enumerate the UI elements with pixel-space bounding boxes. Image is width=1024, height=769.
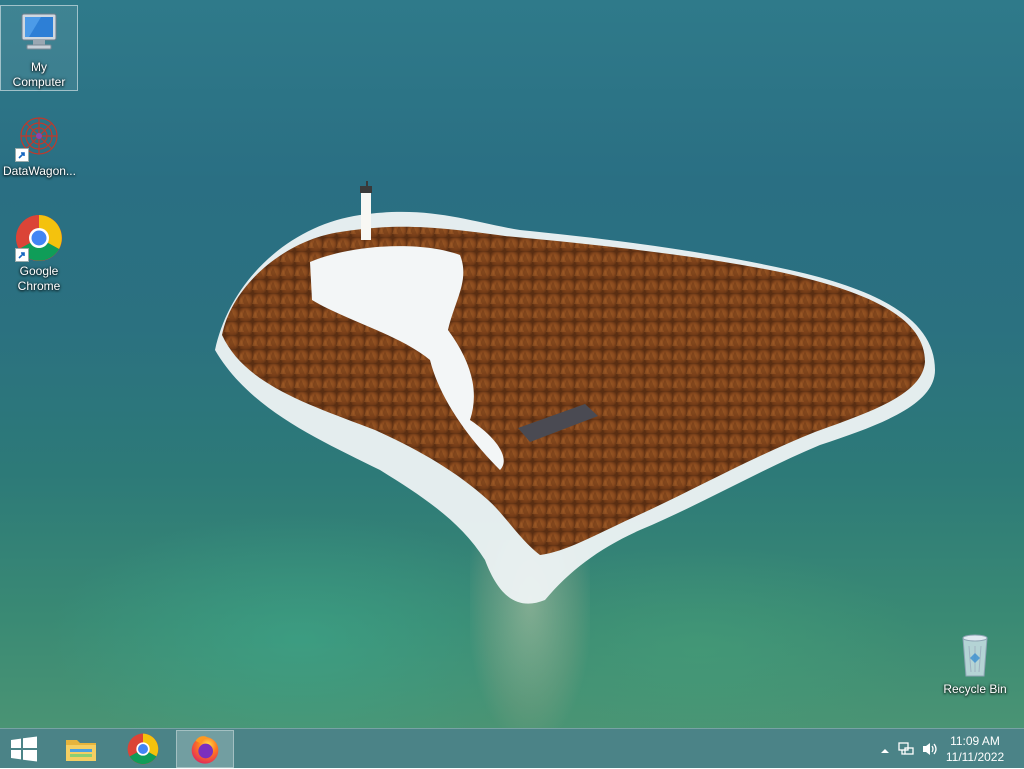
desktop-icon-recycle-bin[interactable]: Recycle Bin <box>937 628 1013 697</box>
volume-icon[interactable] <box>922 741 940 762</box>
file-explorer-icon <box>66 740 96 761</box>
desktop-icon-label: My Computer <box>12 60 66 89</box>
desktop-icon-datawagon[interactable]: DataWagon... <box>1 110 77 179</box>
clock-date: 11/11/2022 <box>945 750 1005 764</box>
desktop-icon-label: DataWagon... <box>3 164 76 178</box>
shortcut-arrow-icon <box>15 148 29 162</box>
datawagon-icon <box>15 114 63 162</box>
my-computer-icon <box>15 10 63 58</box>
firefox-icon <box>191 736 219 764</box>
desktop-icon-label: Recycle Bin <box>943 682 1007 696</box>
show-hidden-icons-chevron[interactable] <box>880 743 890 761</box>
taskbar-clock[interactable]: 11:09 AM 11/11/2022 <box>940 733 1010 765</box>
system-tray: 11:09 AM 11/11/2022 <box>864 729 1024 769</box>
desktop-icon-label: Google Chrome <box>17 264 61 293</box>
clock-time: 11:09 AM <box>950 734 1000 748</box>
chrome-icon <box>15 214 63 262</box>
chrome-icon <box>127 733 159 765</box>
wallpaper-island <box>215 181 935 604</box>
desktop-icon-google-chrome[interactable]: Google Chrome <box>1 210 77 294</box>
network-icon[interactable] <box>898 741 914 762</box>
start-windows-icon <box>11 736 37 762</box>
shortcut-arrow-icon <box>15 248 29 262</box>
desktop-wallpaper[interactable]: My Computer DataWagon... Google Chrome R… <box>0 0 1024 728</box>
taskbar: 11:09 AM 11/11/2022 <box>0 728 1024 768</box>
taskbar-file-explorer[interactable] <box>54 730 108 768</box>
taskbar-firefox[interactable] <box>176 730 234 768</box>
start-button[interactable] <box>0 730 48 768</box>
desktop-icon-my-computer[interactable]: My Computer <box>0 5 78 91</box>
taskbar-chrome[interactable] <box>116 730 170 768</box>
recycle-bin-icon <box>951 632 999 680</box>
